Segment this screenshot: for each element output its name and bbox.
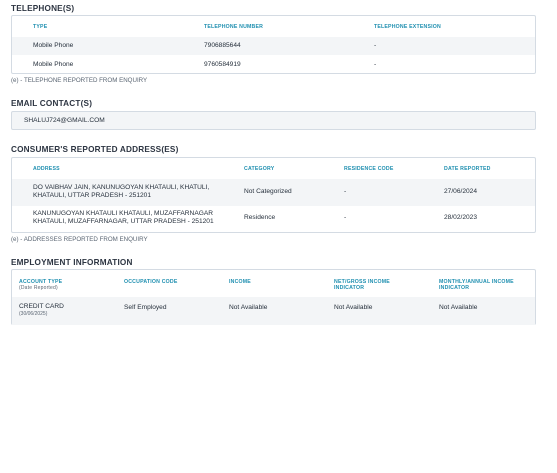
table-row: DO VAIBHAV JAIN, KANUNUGOYAN KHATAULI, K… bbox=[12, 179, 535, 206]
header-monthly-annual-income: MONTHLY/ANNUAL INCOME INDICATOR bbox=[439, 279, 514, 291]
addresses-title: CONSUMER'S REPORTED ADDRESS(ES) bbox=[11, 145, 179, 154]
table-row: CREDIT CARD (30/06/2025) Self Employed N… bbox=[12, 297, 535, 325]
telephones-note: (e) - TELEPHONE REPORTED FROM ENQUIRY bbox=[11, 77, 148, 84]
address-line-2: KHATAULI, UTTAR PRADESH - 251201 bbox=[33, 192, 151, 199]
address-date: 27/06/2024 bbox=[444, 188, 478, 195]
address-category: Not Categorized bbox=[244, 188, 292, 195]
account-type-value: CREDIT CARD bbox=[19, 303, 64, 310]
table-row: Mobile Phone 7906885644 - bbox=[12, 37, 535, 55]
email-box: SHALUJ724@GMAIL.COM bbox=[11, 111, 536, 130]
header-type: TYPE bbox=[33, 24, 48, 30]
table-row: Mobile Phone 9760584919 - bbox=[12, 55, 535, 73]
employment-table: ACCOUNT TYPE (Date Reported) OCCUPATION … bbox=[11, 269, 536, 325]
header-address: ADDRESS bbox=[33, 166, 60, 172]
table-row: KANUNUGOYAN KHATAULI KHATAULI, MUZAFFARN… bbox=[12, 206, 535, 232]
address-category: Residence bbox=[244, 214, 276, 221]
header-net-gross-income: NET/GROSS INCOME INDICATOR bbox=[334, 279, 390, 291]
address-line-2: KHATAULI, MUZAFFARNAGAR, UTTAR PRADESH -… bbox=[33, 218, 214, 225]
phone-number: 7906885644 bbox=[204, 42, 241, 49]
account-date-value: (30/06/2025) bbox=[19, 311, 48, 317]
header-income: INCOME bbox=[229, 279, 251, 285]
address-date: 28/02/2023 bbox=[444, 214, 478, 221]
header-category: CATEGORY bbox=[244, 166, 275, 172]
header-date-reported: DATE REPORTED bbox=[444, 166, 491, 172]
header-telephone-extension: TELEPHONE EXTENSION bbox=[374, 24, 441, 30]
telephones-title: TELEPHONE(S) bbox=[11, 4, 75, 13]
phone-number: 9760584919 bbox=[204, 61, 241, 68]
employment-monthly: Not Available bbox=[439, 304, 478, 311]
phone-type: Mobile Phone bbox=[33, 42, 74, 49]
telephones-table: TYPE TELEPHONE NUMBER TELEPHONE EXTENSIO… bbox=[11, 15, 536, 74]
header-account-type: ACCOUNT TYPE (Date Reported) bbox=[19, 279, 62, 291]
addresses-table: ADDRESS CATEGORY RESIDENCE CODE DATE REP… bbox=[11, 157, 536, 233]
phone-extension: - bbox=[374, 42, 377, 49]
header-date-reported-sub: (Date Reported) bbox=[19, 285, 58, 291]
address-residence-code: - bbox=[344, 214, 347, 221]
phone-type: Mobile Phone bbox=[33, 61, 74, 68]
header-residence-code: RESIDENCE CODE bbox=[344, 166, 394, 172]
employment-account-type: CREDIT CARD (30/06/2025) bbox=[19, 303, 64, 317]
employment-income: Not Available bbox=[229, 304, 268, 311]
header-monthly-l2: INDICATOR bbox=[439, 285, 470, 291]
phone-extension: - bbox=[374, 61, 377, 68]
header-occupation-code: OCCUPATION CODE bbox=[124, 279, 178, 285]
header-net-gross-l2: INDICATOR bbox=[334, 285, 365, 291]
employment-occupation: Self Employed bbox=[124, 304, 167, 311]
header-telephone-number: TELEPHONE NUMBER bbox=[204, 24, 264, 30]
address-line-1: KANUNUGOYAN KHATAULI KHATAULI, MUZAFFARN… bbox=[33, 210, 214, 217]
address-line-1: DO VAIBHAV JAIN, KANUNUGOYAN KHATAULI, K… bbox=[33, 184, 210, 191]
email-title: EMAIL CONTACT(S) bbox=[11, 99, 93, 108]
address-residence-code: - bbox=[344, 188, 347, 195]
addresses-note: (e) - ADDRESSES REPORTED FROM ENQUIRY bbox=[11, 236, 148, 243]
employment-title: EMPLOYMENT INFORMATION bbox=[11, 258, 133, 267]
email-value: SHALUJ724@GMAIL.COM bbox=[24, 117, 105, 124]
employment-net-gross: Not Available bbox=[334, 304, 373, 311]
